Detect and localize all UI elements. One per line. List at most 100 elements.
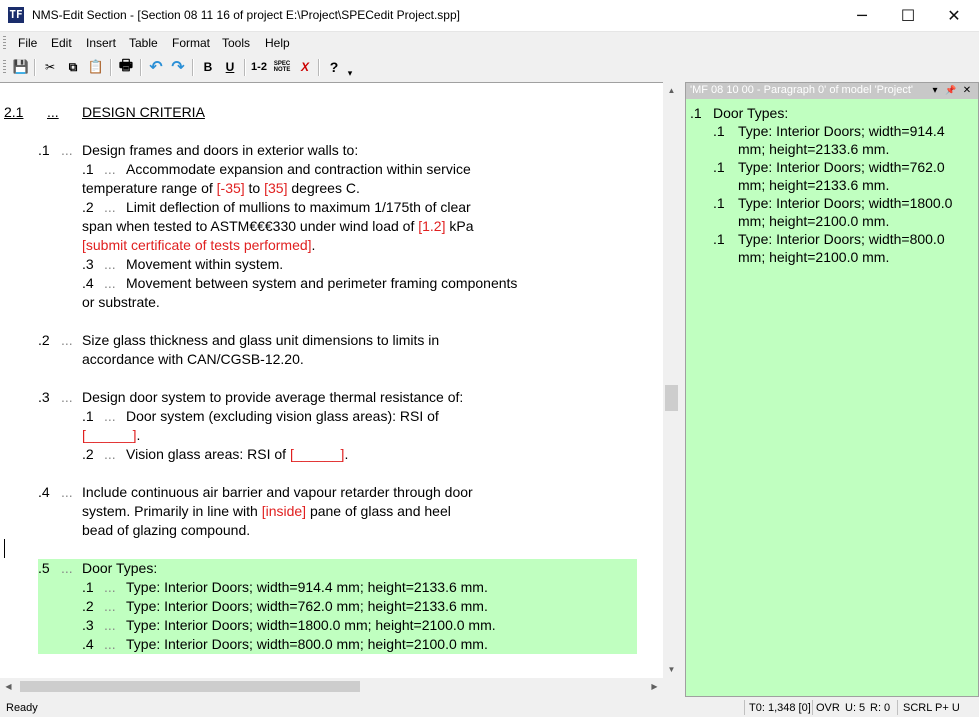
spec-note-button[interactable]: SPEC NOTE [272, 57, 292, 77]
text-run: . [136, 427, 141, 443]
clear-format-button[interactable]: X [295, 57, 315, 77]
status-divider [897, 700, 898, 715]
bold-button[interactable]: B [198, 57, 218, 77]
pin-icon: 📌 [945, 85, 957, 95]
undo-icon: ↶ [149, 59, 163, 76]
cut-button[interactable]: ✂ [40, 57, 60, 77]
para-text: Size glass thickness and glass unit dime… [82, 332, 440, 348]
spec-variable[interactable]: [1.2] [418, 218, 445, 234]
horizontal-scrollbar[interactable]: ◀ ▶ [0, 678, 663, 695]
panel-header: 'MF 08 10 00 - Paragraph 0' of model 'Pr… [686, 83, 978, 99]
spec-variable[interactable]: [inside] [262, 503, 306, 519]
minimize-button[interactable]: ─ [839, 0, 885, 31]
horizontal-scroll-thumb[interactable] [20, 681, 360, 692]
heading-title: DESIGN CRITERIA [82, 104, 205, 120]
subpara-dots: ... [104, 579, 116, 595]
undo-button[interactable]: ↶ [146, 57, 166, 77]
menu-grip[interactable] [3, 36, 6, 49]
panel-dropdown-button[interactable]: ▾ [929, 84, 941, 97]
subpara-text-cont: or substrate. [82, 294, 160, 310]
menu-format[interactable]: Format [172, 36, 210, 50]
panel-item-number: .1 [713, 123, 725, 139]
maximize-button[interactable]: ☐ [885, 0, 931, 31]
panel-para-number: .1 [690, 105, 702, 121]
help-button[interactable]: ? [324, 57, 344, 77]
underline-button[interactable]: U [220, 57, 240, 77]
close-button[interactable]: ✕ [931, 0, 977, 31]
spec-variable[interactable]: [35] [264, 180, 287, 196]
menu-help[interactable]: Help [265, 36, 290, 50]
vertical-scrollbar[interactable]: ▲ ▼ [663, 82, 680, 678]
panel-item-number: .1 [713, 231, 725, 247]
subpara-text-cont: temperature range of [-35] to [35] degre… [82, 179, 360, 198]
subpara-dots: ... [104, 636, 116, 652]
menu-file[interactable]: File [18, 36, 37, 50]
app-icon[interactable]: TF [8, 7, 24, 23]
panel-item-text-cont: mm; height=2133.6 mm. [738, 177, 890, 193]
para-number: .1 [38, 142, 50, 158]
window-title: NMS-Edit Section - [Section 08 11 16 of … [32, 8, 460, 22]
toolbar-grip[interactable] [3, 60, 6, 73]
document-editor[interactable]: 2.1 ... DESIGN CRITERIA .1 ... Design fr… [0, 82, 663, 679]
text-run: temperature range of [82, 180, 217, 196]
text-run: . [344, 446, 349, 462]
subpara-text: Movement between system and perimeter fr… [126, 275, 518, 291]
subpara-text: Limit deflection of mullions to maximum … [126, 199, 471, 215]
heading-dots: ... [47, 104, 59, 120]
scroll-down-button[interactable]: ▼ [663, 661, 680, 678]
menu-table[interactable]: Table [129, 36, 158, 50]
scroll-up-button[interactable]: ▲ [663, 82, 680, 99]
para-dots: ... [61, 332, 73, 348]
spec-variable[interactable]: [______] [82, 427, 137, 443]
numbering-button[interactable]: 1-2 [249, 57, 269, 77]
chevron-down-icon: ▾ [932, 85, 938, 96]
copy-button[interactable]: ⧉ [63, 57, 83, 77]
chevron-down-icon: ▾ [347, 67, 353, 78]
arrow-up-icon: ▲ [667, 86, 676, 95]
menu-bar: File Edit Insert Table Format Tools Help [0, 32, 979, 52]
scroll-right-button[interactable]: ▶ [646, 678, 663, 695]
menu-tools[interactable]: Tools [222, 36, 250, 50]
save-button[interactable]: 💾 [11, 57, 31, 77]
scroll-left-button[interactable]: ◀ [0, 678, 17, 695]
door-type-number: .1 [82, 579, 94, 595]
para-text: Door Types: [82, 560, 158, 576]
model-paragraph-panel[interactable]: 'MF 08 10 00 - Paragraph 0' of model 'Pr… [685, 82, 979, 697]
toolbar-separator [192, 59, 194, 76]
spec-variable[interactable]: [submit certificate of tests performed] [82, 237, 312, 253]
panel-item-text: Type: Interior Doors; width=800.0 [738, 231, 945, 247]
subpara-dots: ... [104, 598, 116, 614]
spec-variable[interactable]: [______] [290, 446, 345, 462]
text-caret [4, 539, 5, 558]
close-icon: ✕ [962, 85, 972, 96]
para-number: .3 [38, 389, 50, 405]
para-text-cont: system. Primarily in line with [inside] … [82, 502, 451, 521]
status-p-u: P+ U [935, 702, 960, 714]
spec-variable[interactable]: [-35] [217, 180, 245, 196]
menu-edit[interactable]: Edit [51, 36, 72, 50]
print-button[interactable]: 🖶 [116, 57, 136, 77]
para-dots: ... [61, 484, 73, 500]
door-type-number: .2 [82, 598, 94, 614]
status-scroll-lock: SCRL [903, 702, 933, 714]
panel-item-number: .1 [713, 195, 725, 211]
title-bar: TF NMS-Edit Section - [Section 08 11 16 … [0, 0, 979, 32]
arrow-right-icon: ▶ [651, 682, 658, 691]
subpara-number: .3 [82, 256, 94, 272]
toolbar-separator [140, 59, 142, 76]
redo-button[interactable]: ↷ [168, 57, 188, 77]
text-run: system. Primarily in line with [82, 503, 262, 519]
text-run: degrees C. [287, 180, 360, 196]
menu-insert[interactable]: Insert [86, 36, 116, 50]
panel-pin-button[interactable]: 📌 [945, 84, 957, 97]
vertical-scroll-thumb[interactable] [665, 385, 678, 411]
subpara-text: Movement within system. [126, 256, 284, 272]
subpara-number: .2 [82, 199, 94, 215]
subpara-text-cont: [submit certificate of tests performed]. [82, 236, 315, 255]
panel-close-button[interactable]: ✕ [961, 84, 973, 97]
para-text: Design frames and doors in exterior wall… [82, 142, 359, 158]
subpara-number: .2 [82, 446, 94, 462]
toolbar-overflow-button[interactable]: ▾ [344, 63, 356, 83]
paste-button[interactable]: 📋 [86, 57, 106, 77]
help-icon: ? [329, 59, 339, 75]
